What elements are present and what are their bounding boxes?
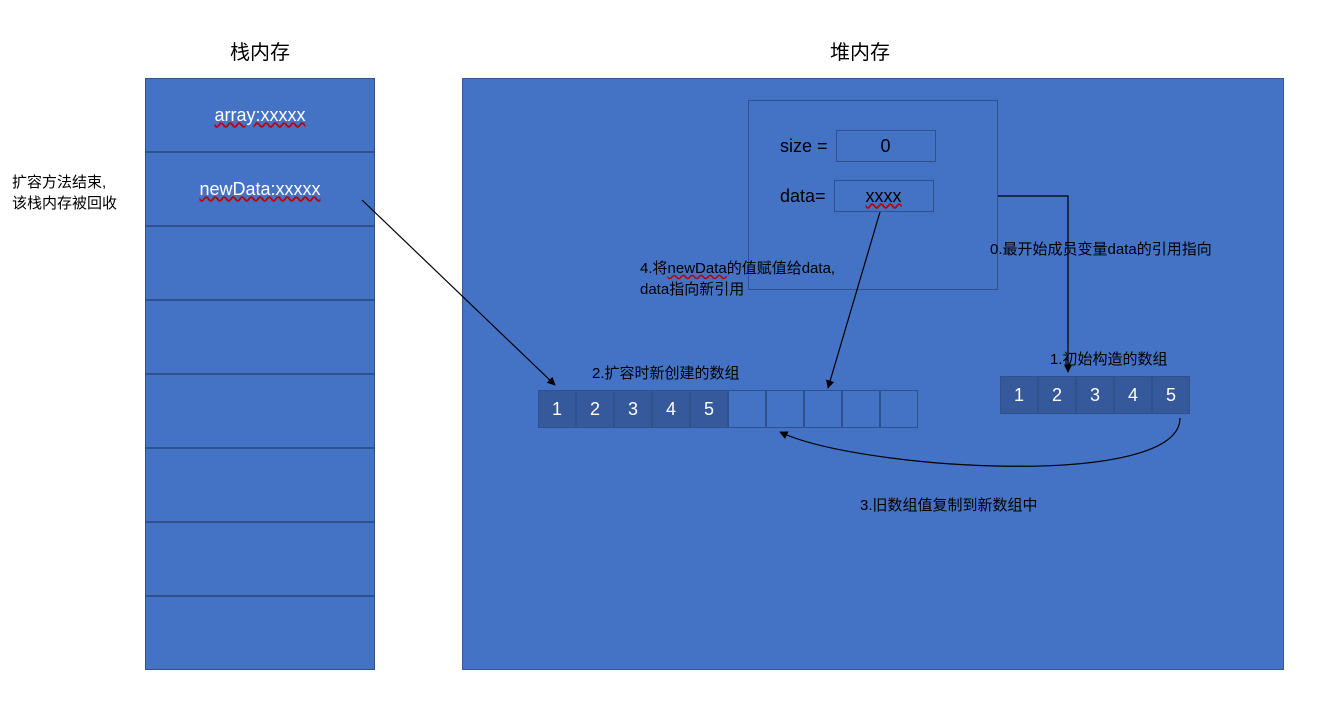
stack-cell-3 [145,300,375,374]
new-array-cell-empty [804,390,842,428]
stack-cell-4 [145,374,375,448]
new-array-cell: 4 [652,390,690,428]
stack-cell-0-text: array:xxxxx [214,105,305,126]
size-label: size = [780,136,828,157]
new-array-cell: 3 [614,390,652,428]
stack-cell-2 [145,226,375,300]
new-array: 1 2 3 4 5 [538,390,918,428]
old-array-cell: 5 [1152,376,1190,414]
label-4: 4.将newData的值赋值给data, data指向新引用 [640,258,835,300]
stack-cell-1-text: newData:xxxxx [199,179,320,200]
heap-title: 堆内存 [830,36,890,65]
stack-cell-5 [145,448,375,522]
data-value: xxxx [834,180,934,212]
new-array-cell: 1 [538,390,576,428]
old-array: 1 2 3 4 5 [1000,376,1190,414]
label-4a: 4.将newData的值赋值给data, [640,258,835,279]
label-3: 3.旧数组值复制到新数组中 [860,494,1038,515]
stack-title: 栈内存 [230,36,290,65]
stack-cell-0: array:xxxxx [145,78,375,152]
new-array-cell-empty [728,390,766,428]
data-row: data= xxxx [780,180,934,212]
stack-cell-7 [145,596,375,670]
label-1: 1.初始构造的数组 [1050,348,1168,369]
new-array-cell: 5 [690,390,728,428]
old-array-cell: 3 [1076,376,1114,414]
stack-cell-1: newData:xxxxx [145,152,375,226]
label-0: 0.最开始成员变量data的引用指向 [990,238,1212,259]
side-note: 扩容方法结束, 该栈内存被回收 [12,172,117,214]
stack-cell-6 [145,522,375,596]
new-array-cell-empty [766,390,804,428]
new-array-cell: 2 [576,390,614,428]
side-note-line1: 扩容方法结束, [12,172,117,193]
data-label: data= [780,186,826,207]
size-value: 0 [836,130,936,162]
new-array-cell-empty [842,390,880,428]
label-2: 2.扩容时新创建的数组 [592,362,740,383]
old-array-cell: 4 [1114,376,1152,414]
old-array-cell: 1 [1000,376,1038,414]
new-array-cell-empty [880,390,918,428]
size-row: size = 0 [780,130,936,162]
old-array-cell: 2 [1038,376,1076,414]
label-4b: data指向新引用 [640,279,835,300]
side-note-line2: 该栈内存被回收 [12,193,117,214]
